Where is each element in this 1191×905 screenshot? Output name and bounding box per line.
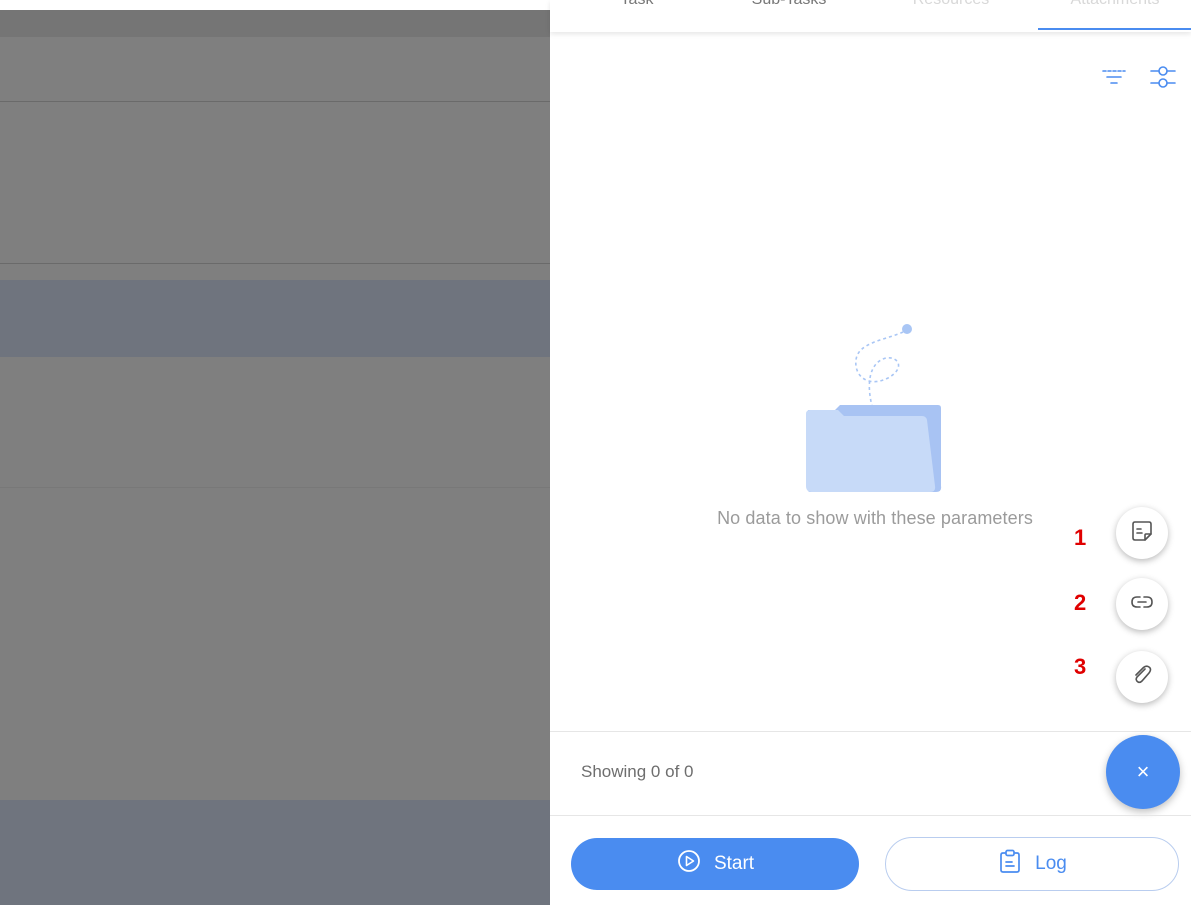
empty-folder-illustration <box>800 318 950 498</box>
tab-task-label: Task <box>621 0 654 8</box>
tab-bar: Task Sub-Tasks Resources Attachments <box>550 0 1191 32</box>
start-button-label: Start <box>713 853 755 874</box>
paperclip-icon <box>1129 662 1155 693</box>
showing-count: Showing 0 of 0 <box>581 762 694 781</box>
add-link-button[interactable] <box>1116 578 1168 630</box>
clipboard-icon <box>997 848 1023 880</box>
marker-2: 2 <box>1074 590 1087 615</box>
tab-attachments-label: Attachments <box>1071 0 1160 8</box>
filter-icon[interactable] <box>1098 62 1130 94</box>
note-icon <box>1129 518 1155 549</box>
active-tab-indicator <box>1038 28 1191 30</box>
log-button[interactable]: Log <box>885 837 1179 891</box>
tab-sub-tasks-label: Sub-Tasks <box>752 0 827 8</box>
background-list-overlay <box>0 0 550 905</box>
marker-3: 3 <box>1074 654 1087 679</box>
tab-resources[interactable]: Resources <box>876 0 1026 24</box>
close-icon: × <box>1136 759 1150 784</box>
tab-resources-label: Resources <box>913 0 989 8</box>
start-button[interactable]: Start <box>571 838 859 890</box>
tab-sub-tasks[interactable]: Sub-Tasks <box>714 0 864 24</box>
tab-task[interactable]: Task <box>562 0 712 24</box>
add-note-button[interactable] <box>1116 507 1168 559</box>
sliders-icon[interactable] <box>1147 62 1179 94</box>
footer-divider <box>550 731 1191 732</box>
close-speed-dial-button[interactable]: × <box>1106 735 1180 809</box>
empty-state-message: No data to show with these parameters <box>717 508 1033 528</box>
actions-divider <box>550 815 1191 816</box>
play-circle-icon <box>676 848 702 880</box>
attachments-panel: Task Sub-Tasks Resources Attachments <box>550 0 1191 905</box>
tab-attachments[interactable]: Attachments <box>1040 0 1190 24</box>
add-attachment-button[interactable] <box>1116 651 1168 703</box>
log-button-label: Log <box>1035 853 1067 874</box>
marker-1: 1 <box>1074 525 1087 550</box>
link-icon <box>1129 589 1155 620</box>
